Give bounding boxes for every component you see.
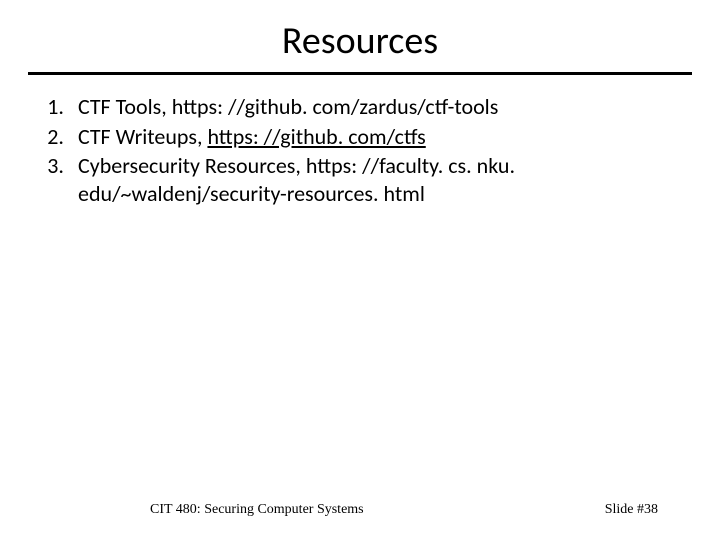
list-body: CTF Tools, https: //github. com/zardus/c… bbox=[78, 93, 676, 121]
footer-course: CIT 480: Securing Computer Systems bbox=[150, 502, 364, 518]
resource-list: 1. CTF Tools, https: //github. com/zardu… bbox=[44, 93, 676, 207]
item-url-link[interactable]: https: //github. com/ctfs bbox=[207, 123, 425, 150]
list-item: 3. Cybersecurity Resources, https: //fac… bbox=[44, 152, 676, 207]
item-label: CTF Tools, bbox=[78, 93, 172, 120]
list-number: 1. bbox=[44, 93, 78, 121]
list-item: 2. CTF Writeups, https: //github. com/ct… bbox=[44, 123, 676, 151]
list-item: 1. CTF Tools, https: //github. com/zardu… bbox=[44, 93, 676, 121]
list-body: Cybersecurity Resources, https: //facult… bbox=[78, 152, 676, 207]
item-url: https: //github. com/zardus/ctf-tools bbox=[172, 93, 499, 120]
title-area: Resources bbox=[0, 0, 720, 72]
footer: CIT 480: Securing Computer Systems Slide… bbox=[0, 502, 720, 518]
footer-slide-number: Slide #38 bbox=[605, 502, 658, 518]
title-divider bbox=[28, 72, 692, 75]
list-number: 3. bbox=[44, 152, 78, 207]
item-label: CTF Writeups, bbox=[78, 123, 207, 150]
content-area: 1. CTF Tools, https: //github. com/zardu… bbox=[0, 93, 720, 207]
item-label: Cybersecurity Resources, bbox=[78, 152, 306, 179]
page-title: Resources bbox=[0, 18, 720, 64]
list-body: CTF Writeups, https: //github. com/ctfs bbox=[78, 123, 676, 151]
list-number: 2. bbox=[44, 123, 78, 151]
